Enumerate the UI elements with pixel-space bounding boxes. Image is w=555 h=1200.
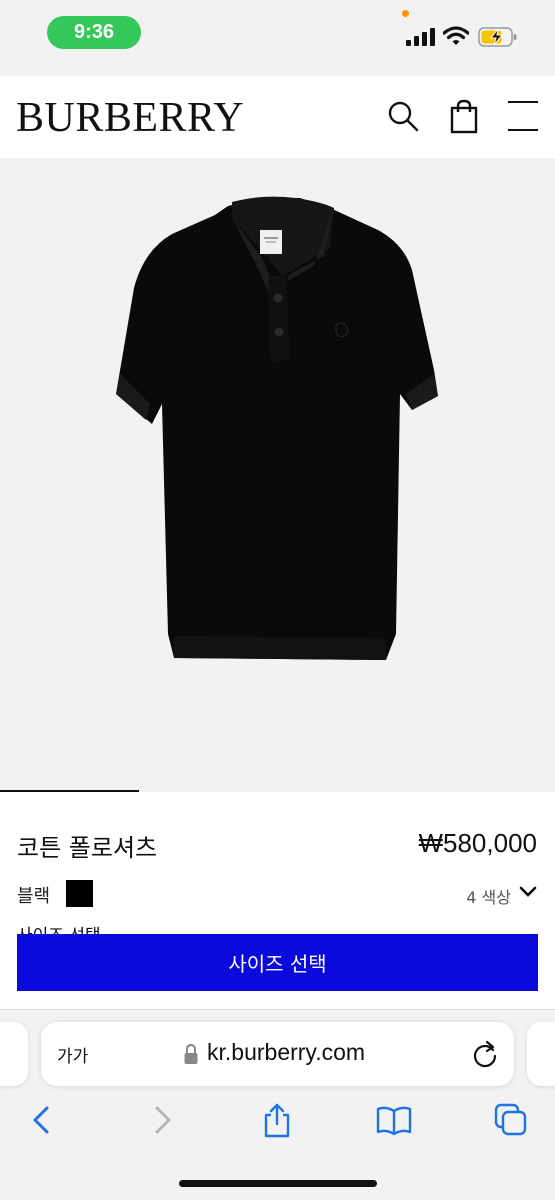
privacy-indicator-dot [402,10,409,17]
select-size-button[interactable]: 사이즈 선택 [17,934,538,991]
share-icon[interactable] [259,1102,295,1138]
product-price: ₩580,000 [418,828,537,858]
color-label: 블랙 [17,886,51,907]
search-icon[interactable] [386,98,420,134]
forward-icon[interactable] [144,1102,180,1138]
cellular-signal-icon [406,28,435,46]
lock-icon [184,1043,198,1064]
browser-toolbar: 가가 kr.burberry.com [0,1009,555,1200]
screen: 9:36 BURBERRY 코튼 폴로셔츠 ₩580,000 블랙 4 색상 사… [0,0,555,1200]
status-bar: 9:36 [0,0,555,76]
status-time: 9:36 [47,16,141,49]
color-swatch[interactable] [66,880,93,907]
site-header: BURBERRY [0,76,555,158]
battery-charging-icon [478,27,517,47]
previous-tab-preview[interactable] [0,1022,28,1086]
reload-icon[interactable] [471,1039,499,1069]
burberry-logo[interactable]: BURBERRY [16,94,244,142]
home-indicator[interactable] [179,1180,377,1187]
product-image[interactable] [0,158,555,792]
bookmarks-icon[interactable] [376,1102,412,1138]
text-size-button[interactable]: 가가 [57,1042,88,1067]
shopping-bag-icon[interactable] [447,98,481,134]
wifi-icon [443,26,469,45]
tabs-icon[interactable] [493,1102,529,1138]
hamburger-menu-icon[interactable] [506,98,540,134]
back-icon[interactable] [24,1102,60,1138]
chevron-down-icon[interactable] [519,885,537,899]
product-info-panel: 코튼 폴로셔츠 ₩580,000 블랙 4 색상 사이즈 선택 사이즈 선택 [0,792,555,1009]
product-name: 코튼 폴로셔츠 [17,834,158,862]
color-count[interactable]: 4 색상 [466,884,511,908]
polo-shirt-image [116,196,438,660]
url-text[interactable]: kr.burberry.com [207,1039,365,1066]
address-bar[interactable]: 가가 kr.burberry.com [41,1022,514,1086]
next-tab-preview[interactable] [527,1022,555,1086]
